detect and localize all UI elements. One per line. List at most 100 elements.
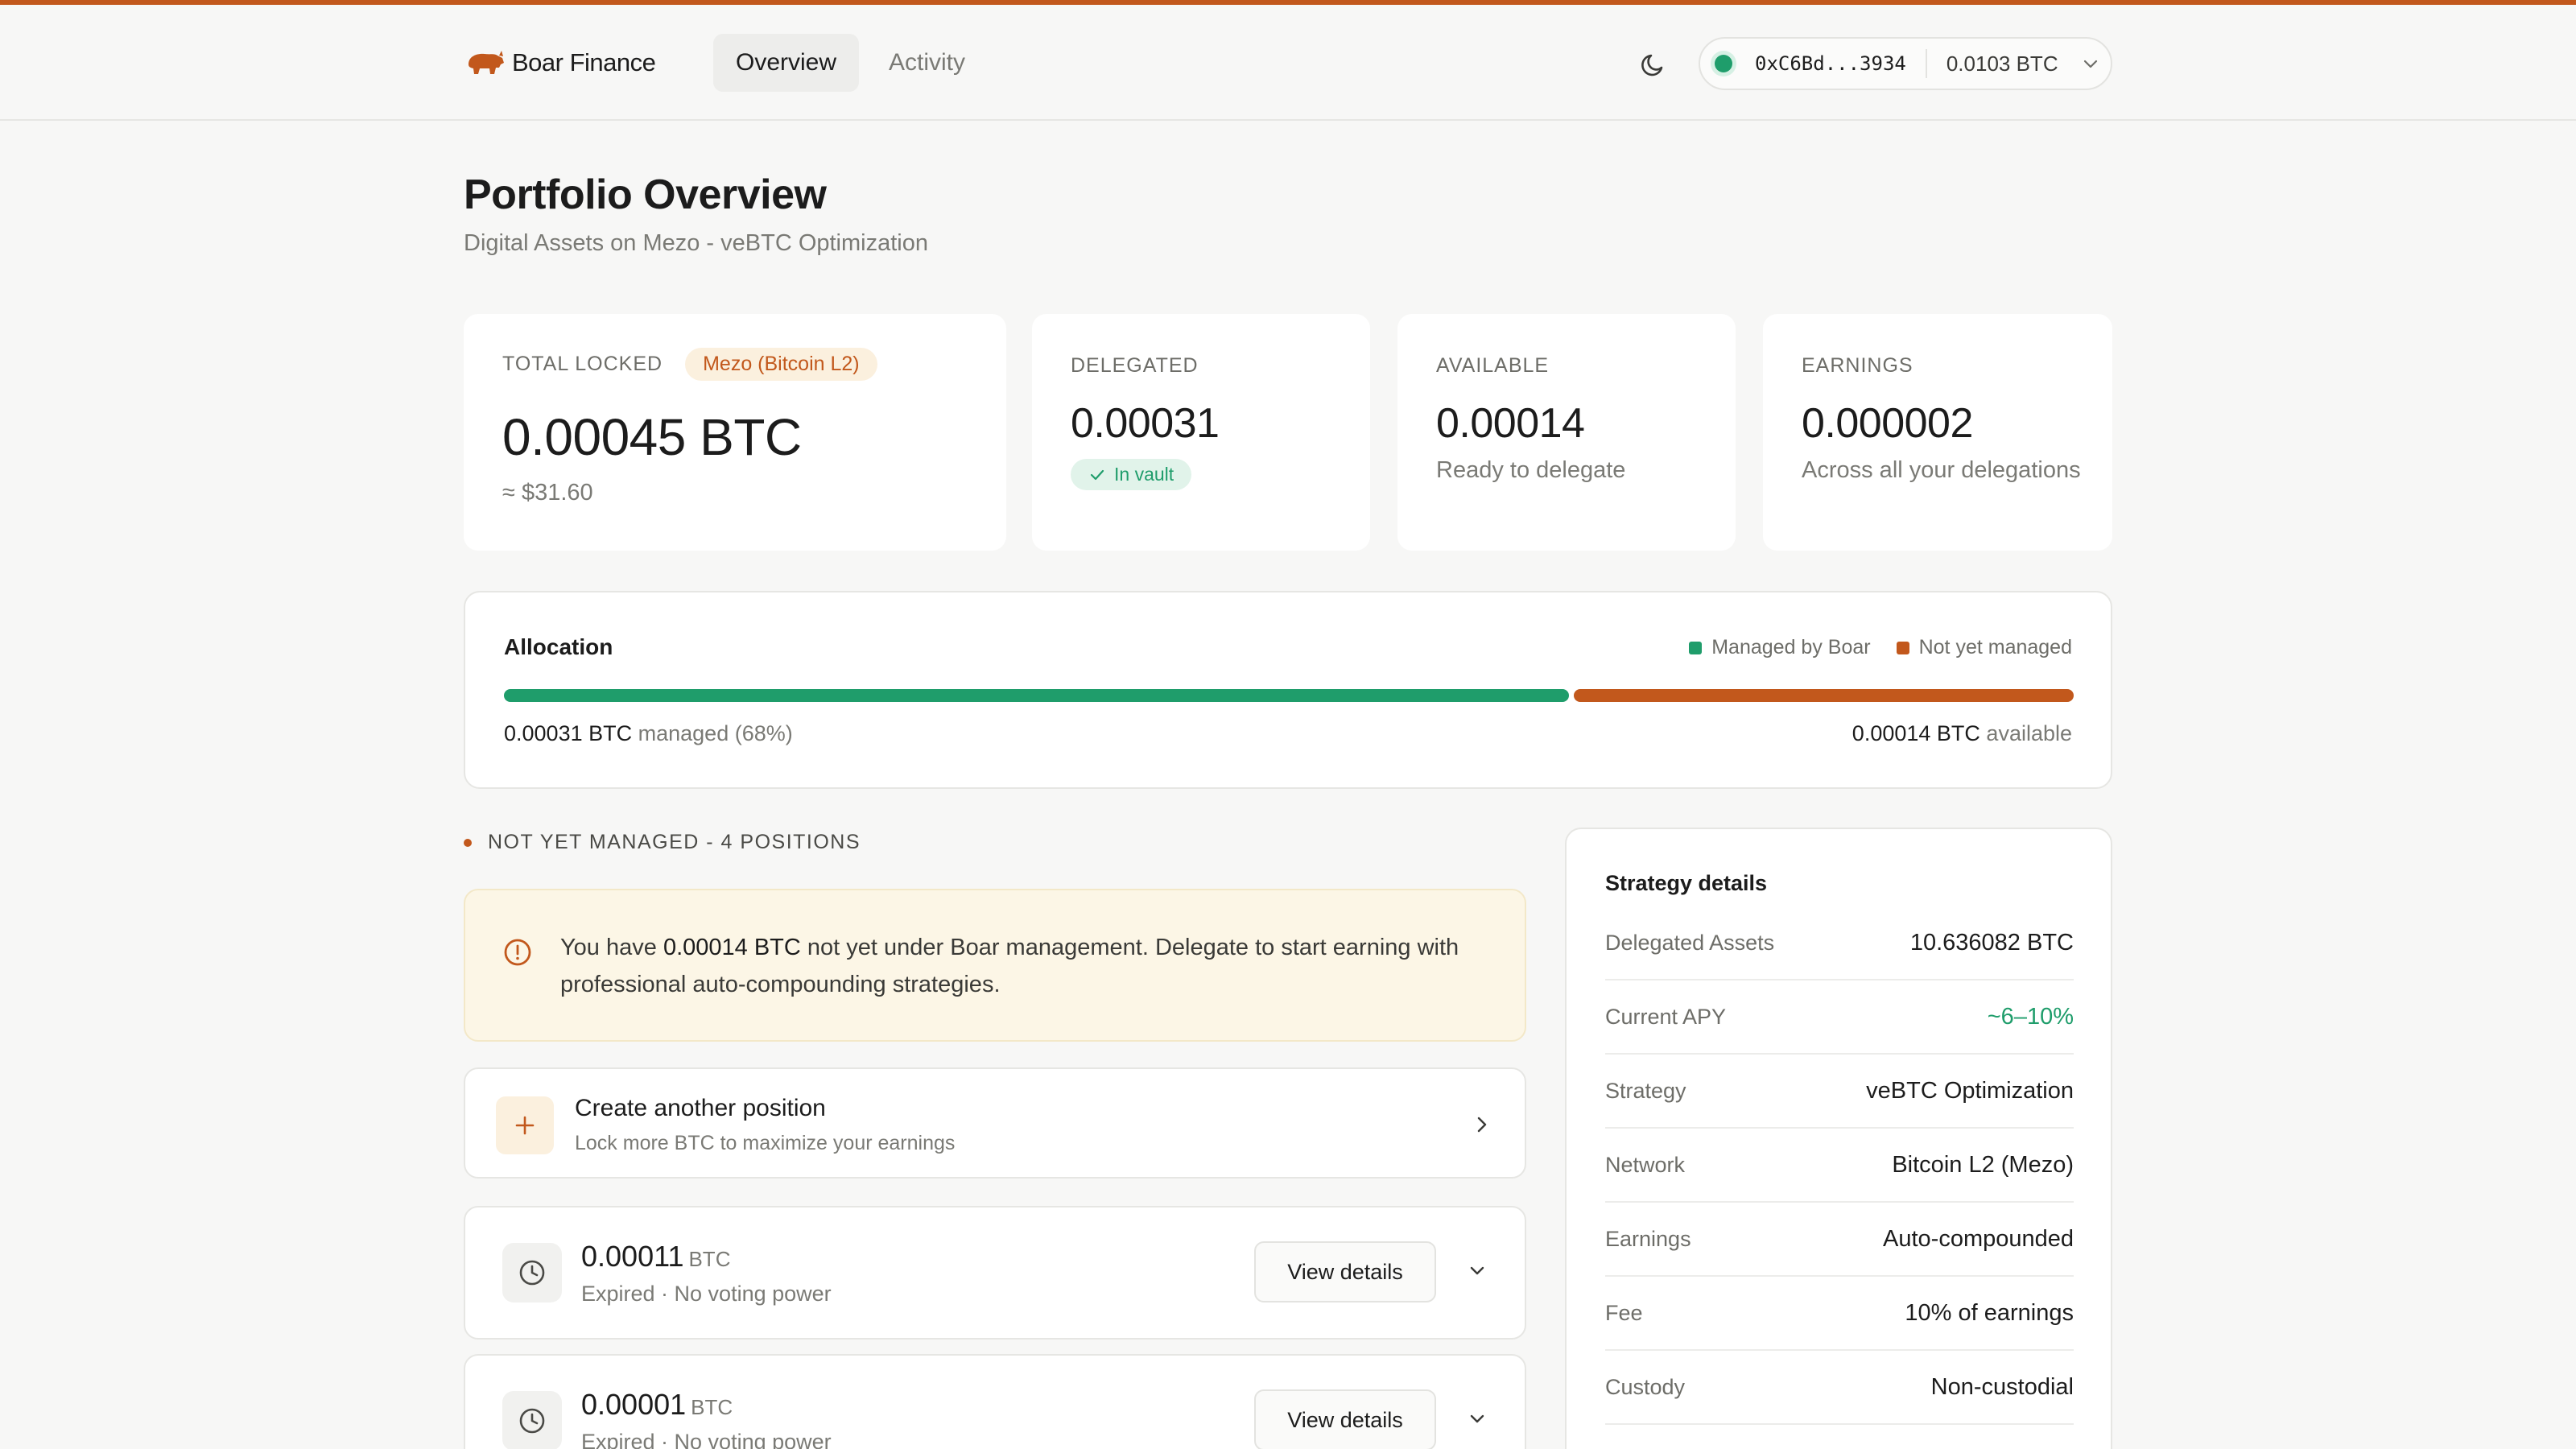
wallet-balance: 0.0103 BTC xyxy=(1946,51,2058,76)
strategy-value: veBTC Optimization xyxy=(1866,1077,2074,1104)
position-item: 0.00001 BTC Expired · No voting power Vie… xyxy=(464,1354,1526,1449)
position-amount-value: 0.00001 xyxy=(581,1388,687,1421)
chevron-right-icon xyxy=(1477,1117,1487,1133)
strategy-key: Network xyxy=(1605,1152,1686,1177)
allocation-legend: Managed by Boar Not yet managed xyxy=(1689,636,2072,659)
brand-name: Boar Finance xyxy=(512,48,656,76)
strategy-row-fee: Fee 10% of earnings xyxy=(1605,1277,2074,1351)
expand-chevron-icon[interactable] xyxy=(1465,1407,1489,1431)
strategy-details-panel: Strategy details Delegated Assets 10.636… xyxy=(1565,828,2112,1449)
in-vault-badge: In vault xyxy=(1071,459,1192,490)
in-vault-label: In vault xyxy=(1114,464,1174,485)
wallet-address: 0xC6Bd...3934 xyxy=(1755,52,1906,75)
wallet-connected-indicator xyxy=(1715,55,1732,72)
strategy-title: Strategy details xyxy=(1605,871,1768,895)
page-subtitle: Digital Assets on Mezo - veBTC Optimizat… xyxy=(464,230,928,256)
legend-label-not-managed: Not yet managed xyxy=(1918,636,2072,658)
expand-chevron-icon[interactable] xyxy=(1465,1259,1489,1283)
moon-icon[interactable] xyxy=(1637,48,1670,80)
clock-icon xyxy=(502,1243,562,1302)
notice-amount: 0.00014 BTC xyxy=(663,935,801,960)
section-heading: NOT YET MANAGED - 4 POSITIONS xyxy=(464,831,861,854)
strategy-value: 10.636082 BTC xyxy=(1909,929,2074,956)
position-amount-unit: BTC xyxy=(688,1247,731,1271)
plus-icon xyxy=(496,1096,554,1154)
managed-caption: managed (68%) xyxy=(638,721,793,745)
position-item: 0.00011 BTC Expired · No voting power Vie… xyxy=(464,1206,1526,1340)
strategy-value: Bitcoin L2 (Mezo) xyxy=(1892,1151,2074,1178)
boar-logo-icon xyxy=(469,51,504,74)
available-label: AVAILABLE xyxy=(1436,354,1550,377)
available-note: Ready to delegate xyxy=(1436,457,1626,483)
chevron-down-icon xyxy=(2083,60,2097,68)
strategy-value: Non-custodial xyxy=(1930,1373,2074,1400)
available-caption: available xyxy=(1986,721,2072,745)
strategy-value: 10% of earnings xyxy=(1905,1299,2074,1326)
view-details-button[interactable]: View details xyxy=(1254,1241,1436,1302)
delegated-card: DELEGATED 0.00031 In vault xyxy=(1032,314,1370,551)
view-details-button[interactable]: View details xyxy=(1254,1389,1436,1449)
allocation-title: Allocation xyxy=(504,634,613,659)
strategy-row-delegated-assets: Delegated Assets 10.636082 BTC xyxy=(1605,906,2074,980)
strategy-key: Delegated Assets xyxy=(1605,930,1775,955)
strategy-row-current-apy: Current APY ~6–10% xyxy=(1605,980,2074,1055)
tab-overview[interactable]: Overview xyxy=(713,34,860,92)
wallet-divider xyxy=(1925,49,1927,78)
wallet-button[interactable]: 0xC6Bd...3934 0.0103 BTC xyxy=(1699,37,2112,90)
clock-icon xyxy=(502,1391,562,1449)
network-badge: Mezo (Bitcoin L2) xyxy=(685,348,877,381)
tab-activity[interactable]: Activity xyxy=(866,34,988,92)
position-amount-unit: BTC xyxy=(691,1395,733,1419)
strategy-row-network: Network Bitcoin L2 (Mezo) xyxy=(1605,1129,2074,1203)
strategy-key: Strategy xyxy=(1605,1078,1686,1103)
earnings-value: 0.000002 xyxy=(1802,400,1973,447)
allocation-managed-text: 0.00031 BTC managed (68%) xyxy=(504,721,793,746)
earnings-card: EARNINGS 0.000002 Across all your delega… xyxy=(1763,314,2112,551)
position-amount: 0.00001 BTC xyxy=(581,1388,733,1422)
legend-swatch-not-managed xyxy=(1896,641,1909,654)
check-icon xyxy=(1090,469,1104,480)
create-position-button[interactable]: Create another position Lock more BTC to… xyxy=(464,1067,1526,1179)
position-status: Expired · No voting power xyxy=(581,1282,832,1306)
earnings-label: EARNINGS xyxy=(1802,354,1913,377)
notice-text: You have 0.00014 BTC not yet under Boar … xyxy=(560,929,1494,1003)
available-value: 0.00014 xyxy=(1436,400,1585,447)
unmanaged-notice: You have 0.00014 BTC not yet under Boar … xyxy=(464,889,1526,1042)
position-amount-value: 0.00011 xyxy=(581,1240,684,1273)
section-heading-label: NOT YET MANAGED - 4 POSITIONS xyxy=(488,831,861,853)
position-amount: 0.00011 BTC xyxy=(581,1240,730,1274)
total-locked-value: 0.00045 BTC xyxy=(502,408,802,466)
strategy-value: ~6–10% xyxy=(1987,1003,2074,1030)
allocation-bar-managed xyxy=(504,689,1569,702)
brand-logo-link[interactable]: Boar Finance xyxy=(464,47,656,79)
strategy-key: Fee xyxy=(1605,1300,1643,1325)
alert-circle-icon xyxy=(504,939,531,966)
strategy-row-custody: Custody Non-custodial xyxy=(1605,1351,2074,1425)
total-locked-usd: ≈ $31.60 xyxy=(502,480,593,506)
allocation-available-text: 0.00014 BTC available xyxy=(1852,721,2072,746)
strategy-key: Earnings xyxy=(1605,1226,1691,1251)
allocation-panel: Allocation Managed by Boar Not yet manag… xyxy=(464,591,2112,789)
legend-label-managed: Managed by Boar xyxy=(1711,636,1871,658)
delegated-label: DELEGATED xyxy=(1071,354,1199,377)
total-locked-label: TOTAL LOCKED xyxy=(502,353,663,375)
section-dot xyxy=(464,838,472,847)
strategy-value: Auto-compounded xyxy=(1883,1225,2074,1252)
allocation-bar xyxy=(504,689,2074,702)
strategy-key: Current APY xyxy=(1605,1004,1727,1029)
position-status: Expired · No voting power xyxy=(581,1430,832,1449)
create-position-title: Create another position xyxy=(575,1095,826,1121)
available-amount: 0.00014 BTC xyxy=(1852,721,1980,745)
create-position-subtitle: Lock more BTC to maximize your earnings xyxy=(575,1132,956,1154)
total-locked-card: TOTAL LOCKED Mezo (Bitcoin L2) 0.00045 B… xyxy=(464,314,1006,551)
earnings-note: Across all your delegations xyxy=(1802,457,2081,483)
top-header: Boar Finance Overview Activity 0xC6Bd...… xyxy=(0,5,2576,121)
strategy-key: Custody xyxy=(1605,1374,1686,1399)
strategy-row-earnings: Earnings Auto-compounded xyxy=(1605,1203,2074,1277)
available-card: AVAILABLE 0.00014 Ready to delegate xyxy=(1397,314,1736,551)
strategy-row-strategy: Strategy veBTC Optimization xyxy=(1605,1055,2074,1129)
page-title: Portfolio Overview xyxy=(464,171,827,218)
notice-prefix: You have xyxy=(560,935,657,960)
delegated-value: 0.00031 xyxy=(1071,400,1220,447)
allocation-bar-available xyxy=(1574,689,2074,702)
